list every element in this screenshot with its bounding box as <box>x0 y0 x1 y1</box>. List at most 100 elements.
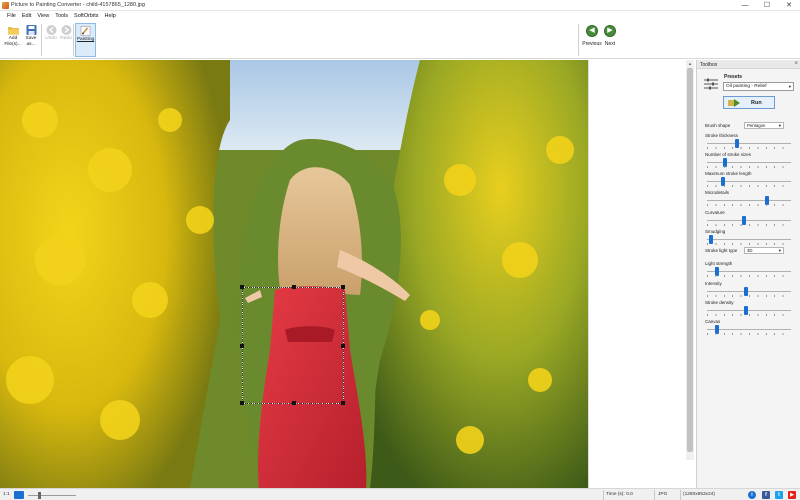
stroke-light-type-value: 3D <box>747 248 753 253</box>
brush-shape-dropdown[interactable]: Pentagon ▾ <box>744 122 784 129</box>
smudging-ticks <box>707 243 791 245</box>
toolbox-header: Toolbox × <box>697 60 800 69</box>
presets-dropdown[interactable]: Oil painting - Relief ▾ <box>723 82 794 91</box>
smudging-slider[interactable] <box>707 235 791 244</box>
run-button[interactable]: Run <box>723 96 775 109</box>
info-icon[interactable]: i <box>748 491 756 499</box>
chevron-down-icon: ▾ <box>778 123 781 128</box>
maximum-stroke-length-ticks <box>707 185 791 187</box>
image-canvas[interactable] <box>0 60 590 488</box>
stroke-light-type-label: Stroke light type <box>705 248 738 253</box>
selection-handle[interactable] <box>240 285 244 289</box>
selection-handle[interactable] <box>341 344 345 348</box>
zoom-label[interactable]: 1:1 <box>3 492 10 497</box>
presets-label: Presets <box>724 74 743 80</box>
selection-handle[interactable] <box>292 401 296 405</box>
stroke-thickness-ticks <box>707 147 791 149</box>
menu-tools[interactable]: Tools <box>52 11 71 21</box>
menu-view[interactable]: View <box>34 11 52 21</box>
curvature-slider[interactable] <box>707 216 791 225</box>
add-files-button[interactable]: Add File(s)... <box>4 23 22 57</box>
toolbar-separator <box>73 24 74 56</box>
brush-icon <box>80 26 91 36</box>
save-as-button[interactable]: Save as... <box>22 23 40 57</box>
stroke-density-slider[interactable] <box>707 306 791 315</box>
intensity-slider[interactable] <box>707 287 791 296</box>
status-divider <box>654 490 655 500</box>
chevron-down-icon: ▾ <box>788 84 791 89</box>
floppy-disk-icon <box>26 25 36 35</box>
facebook-icon[interactable]: f <box>762 491 770 499</box>
maximum-stroke-length-slider[interactable] <box>707 177 791 186</box>
save-as-label-2: as... <box>26 41 36 47</box>
painting-button[interactable]: Painting <box>75 23 96 57</box>
curvature-label: Curvature <box>705 210 725 215</box>
microdetails-slider[interactable] <box>707 196 791 205</box>
file-format: JPG <box>658 492 668 497</box>
microdetails-ticks <box>707 204 791 206</box>
undo-icon <box>46 25 56 35</box>
light-strength-slider[interactable] <box>707 267 791 276</box>
selection-handle[interactable] <box>240 344 244 348</box>
canvas-slider[interactable] <box>707 325 791 334</box>
preview-panel <box>588 60 686 488</box>
time-readout: Time (s): 0.0 <box>606 492 633 497</box>
menu-file[interactable]: File <box>4 11 19 21</box>
youtube-icon[interactable]: ▶ <box>788 491 796 499</box>
light-strength-ticks <box>707 275 791 277</box>
intensity-ticks <box>707 295 791 297</box>
selection-handle[interactable] <box>341 285 345 289</box>
scroll-up-icon[interactable]: ▲ <box>686 60 694 67</box>
stroke-light-type-dropdown[interactable]: 3D ▾ <box>744 247 784 254</box>
maximize-button[interactable]: ☐ <box>756 0 778 11</box>
photo-image <box>0 60 588 488</box>
twitter-icon[interactable]: t <box>775 491 783 499</box>
zoom-slider[interactable] <box>28 492 76 499</box>
stroke-thickness-label: Stroke thickness <box>705 133 739 138</box>
selection-handle[interactable] <box>240 401 244 405</box>
presets-value: Oil painting - Relief <box>726 84 767 89</box>
toolbox-panel: Toolbox × Presets Oil painting - Relief … <box>696 60 800 488</box>
toolbar: Add File(s)... Save as... Undo Redo Pain… <box>0 21 800 59</box>
selection-handle[interactable] <box>341 401 345 405</box>
stroke-thickness-slider[interactable] <box>707 139 791 148</box>
run-label: Run <box>751 100 762 106</box>
toolbox-title: Toolbox <box>700 62 718 68</box>
scroll-thumb[interactable] <box>687 68 693 452</box>
menu-edit[interactable]: Edit <box>19 11 34 21</box>
next-label: Next <box>604 41 616 47</box>
number-of-stroke-sizes-slider[interactable] <box>707 158 791 167</box>
selection-rectangle[interactable] <box>240 285 345 405</box>
curvature-ticks <box>707 224 791 226</box>
brush-shape-label: Brush shape <box>705 123 731 128</box>
minimize-button[interactable]: — <box>734 0 756 11</box>
stroke-density-label: Stroke density <box>705 300 734 305</box>
redo-icon <box>61 25 71 35</box>
selection-handle[interactable] <box>292 285 296 289</box>
run-arrow-icon <box>728 99 740 107</box>
vertical-scrollbar[interactable]: ▲ <box>686 60 694 460</box>
canvas-ticks <box>707 333 791 335</box>
menu-help[interactable]: Help <box>101 11 118 21</box>
canvas-label: Canvas <box>705 319 721 324</box>
arrow-left-icon: ◀ <box>586 25 598 37</box>
folder-icon <box>7 27 19 35</box>
microdetails-label: Microdetails <box>705 190 730 195</box>
title-bar: Picture to Painting Converter - child-41… <box>0 0 800 11</box>
image-dimensions: (1280x853x24) <box>683 492 716 497</box>
maximum-stroke-length-label: Maximum stroke length <box>705 171 752 176</box>
number-of-stroke-sizes-ticks <box>707 166 791 168</box>
arrow-right-icon: ▶ <box>604 25 616 37</box>
toolbox-close-icon[interactable]: × <box>794 61 798 67</box>
status-divider <box>603 490 604 500</box>
menu-softorbits[interactable]: SoftOrbits <box>71 11 101 21</box>
intensity-label: Intensity <box>705 281 722 286</box>
toolbar-separator <box>578 24 579 56</box>
next-button[interactable]: ▶ Next <box>598 25 622 55</box>
chevron-down-icon: ▾ <box>778 248 781 253</box>
add-files-label-2: File(s)... <box>4 41 22 47</box>
brush-shape-value: Pentagon <box>747 123 766 128</box>
zoom-slider-thumb[interactable] <box>38 492 41 499</box>
close-button[interactable]: ✕ <box>778 0 800 11</box>
fit-window-icon[interactable] <box>14 491 24 499</box>
